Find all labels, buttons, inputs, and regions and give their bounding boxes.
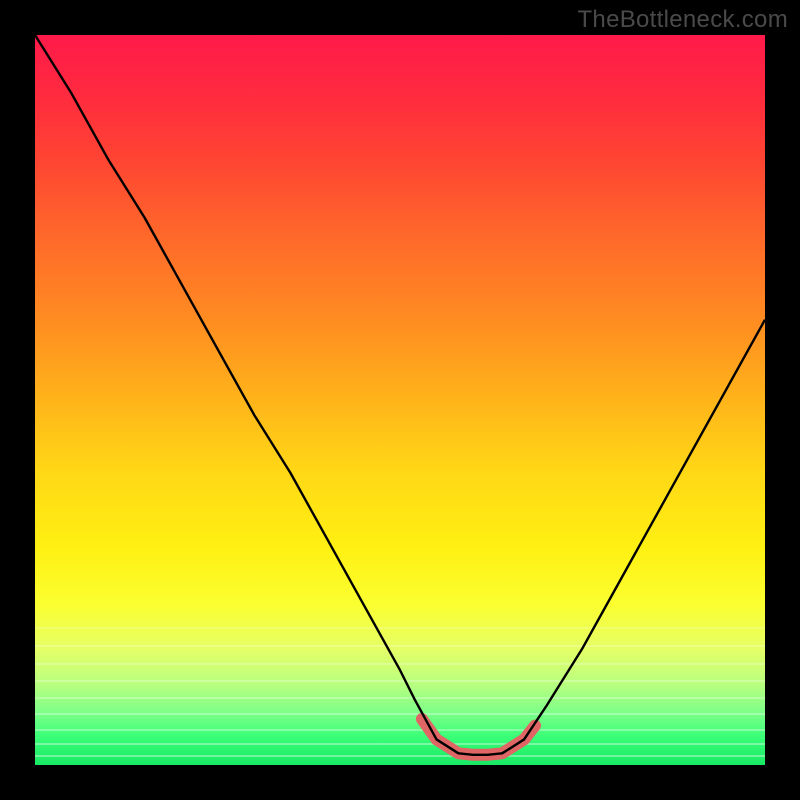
watermark-label: TheBottleneck.com <box>577 6 788 34</box>
curve-layer <box>35 35 765 765</box>
plot-area <box>35 35 765 765</box>
highlight-segment <box>422 719 535 755</box>
chart-frame: TheBottleneck.com <box>0 0 800 800</box>
bottleneck-curve <box>35 35 765 755</box>
